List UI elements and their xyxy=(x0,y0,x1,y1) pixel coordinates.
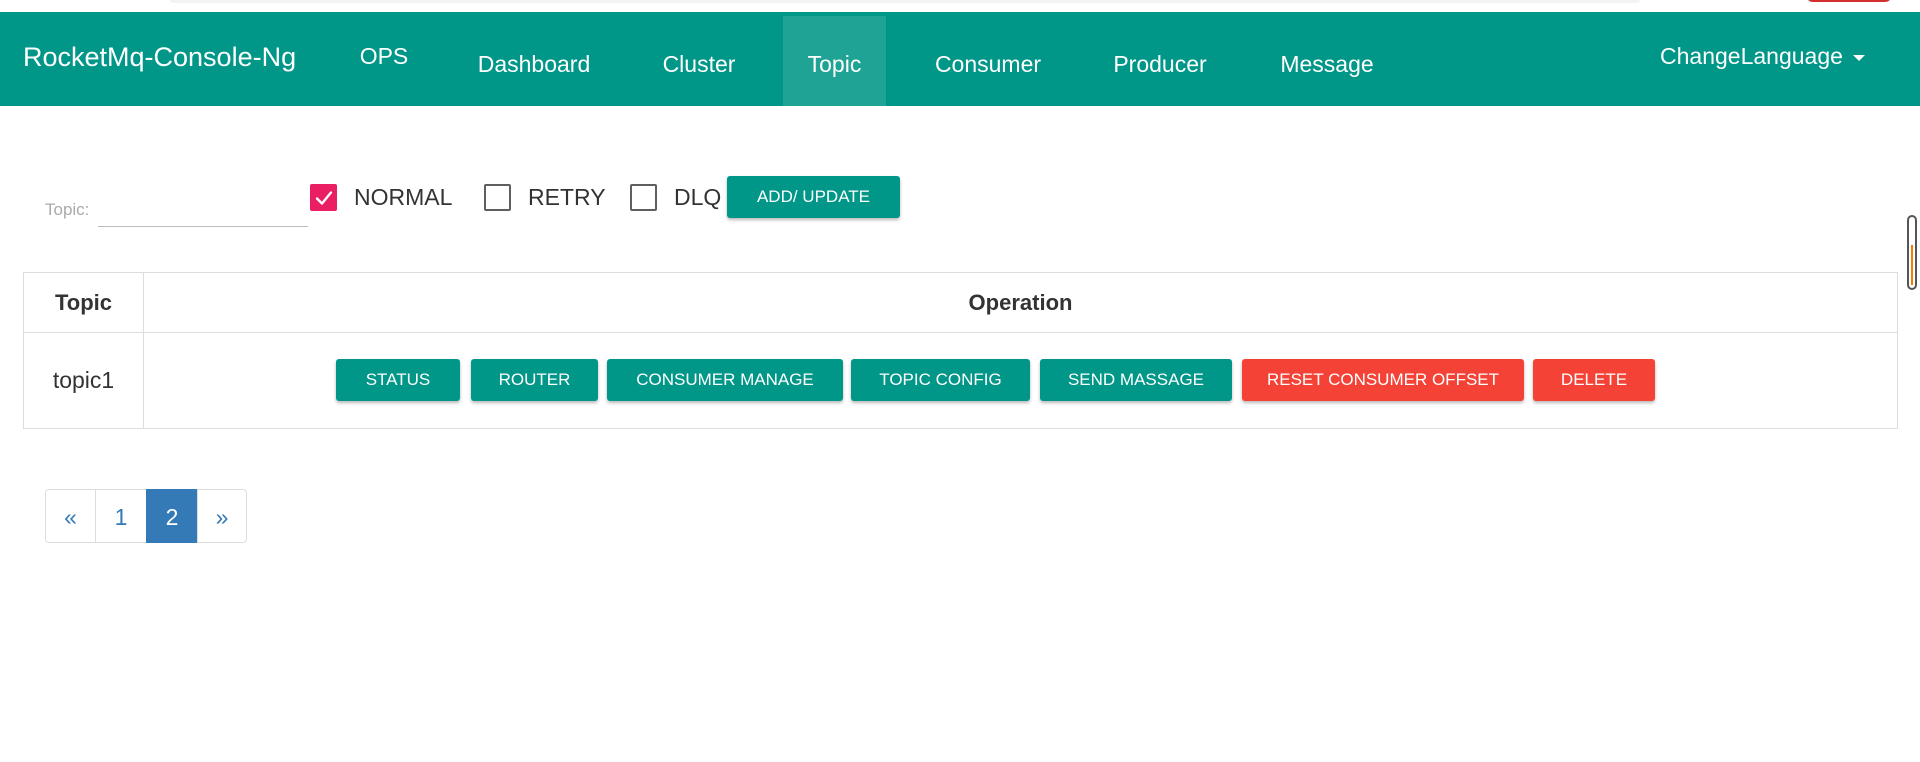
vertical-scrollbar-thumb[interactable] xyxy=(1907,215,1917,290)
page: RocketMq-Console-Ng OPS Dashboard Cluste… xyxy=(0,0,1920,762)
address-bar-edge xyxy=(170,0,1640,3)
topic-filter-label: Topic: xyxy=(45,200,90,219)
checkbox-unchecked-icon xyxy=(484,183,511,211)
nav-item-topic[interactable]: Topic xyxy=(783,16,886,106)
scrollbar-indicator xyxy=(1911,245,1913,285)
retry-checkbox[interactable]: RETRY xyxy=(484,181,606,213)
retry-checkbox-label: RETRY xyxy=(528,183,606,210)
nav-item-ops[interactable]: OPS xyxy=(342,16,426,106)
column-header-operation: Operation xyxy=(968,290,1073,315)
delete-button[interactable]: DELETE xyxy=(1533,359,1655,401)
topic-filter-input[interactable] xyxy=(98,190,308,227)
topic-config-button[interactable]: TOPIC CONFIG xyxy=(851,359,1030,401)
checkbox-unchecked-icon xyxy=(630,183,657,211)
pagination: « 1 2 » xyxy=(45,489,247,543)
table-cell-topic-name: topic1 xyxy=(52,367,115,393)
dlq-checkbox[interactable]: DLQ xyxy=(630,181,721,213)
nav-item-producer[interactable]: Producer xyxy=(1094,16,1226,106)
normal-checkbox[interactable]: NORMAL xyxy=(310,181,452,213)
pagination-page-1[interactable]: 1 xyxy=(95,489,147,543)
top-navbar: RocketMq-Console-Ng OPS Dashboard Cluste… xyxy=(0,12,1920,106)
nav-item-message[interactable]: Message xyxy=(1262,16,1392,106)
send-message-button[interactable]: SEND MASSAGE xyxy=(1040,359,1232,401)
browser-button-edge xyxy=(1806,0,1892,2)
nav-item-consumer[interactable]: Consumer xyxy=(914,16,1062,106)
normal-checkbox-label: NORMAL xyxy=(354,183,453,210)
pagination-prev[interactable]: « xyxy=(45,489,96,543)
caret-down-icon xyxy=(1852,54,1865,61)
reset-consumer-offset-button[interactable]: RESET CONSUMER OFFSET xyxy=(1242,359,1524,401)
consumer-manage-button[interactable]: CONSUMER MANAGE xyxy=(607,359,843,401)
column-header-topic: Topic xyxy=(54,290,113,315)
dlq-checkbox-label: DLQ xyxy=(674,183,722,210)
browser-chrome-strip xyxy=(0,0,1920,12)
pagination-next[interactable]: » xyxy=(197,489,247,543)
change-language-dropdown[interactable]: ChangeLanguage xyxy=(1660,12,1865,106)
change-language-label: ChangeLanguage xyxy=(1660,43,1843,69)
checkbox-checked-icon xyxy=(310,183,337,211)
pagination-page-2[interactable]: 2 xyxy=(146,489,198,543)
nav-item-dashboard[interactable]: Dashboard xyxy=(456,16,612,106)
brand-title[interactable]: RocketMq-Console-Ng xyxy=(23,12,296,106)
nav-item-cluster[interactable]: Cluster xyxy=(642,16,756,106)
router-button[interactable]: ROUTER xyxy=(471,359,598,401)
status-button[interactable]: STATUS xyxy=(336,359,460,401)
add-update-button[interactable]: ADD/ UPDATE xyxy=(727,176,900,218)
topic-table: Topic Operation topic1 xyxy=(23,272,1898,429)
